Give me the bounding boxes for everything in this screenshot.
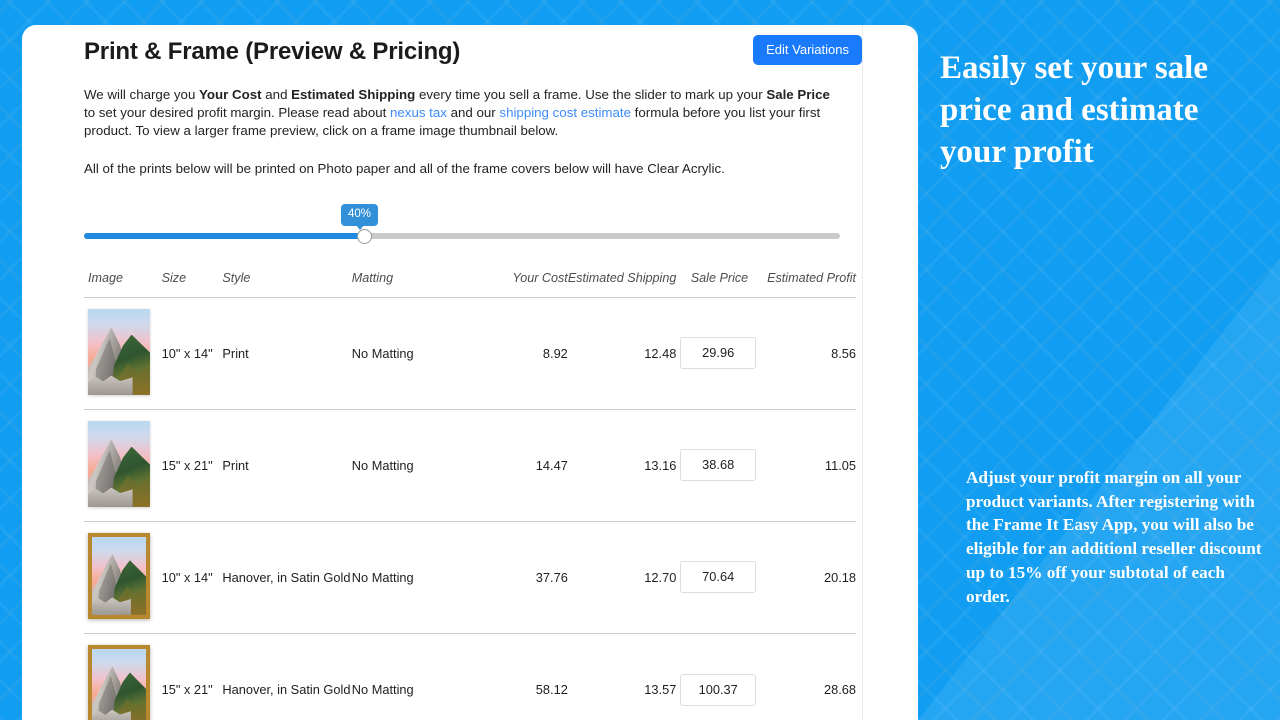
card-inner-divider [862,25,863,720]
cell-image [84,521,162,634]
column-header-matting: Matting [351,270,483,298]
cell-size: 10" x 14" [161,297,223,410]
cell-your-cost: 37.76 [482,521,568,634]
cell-matting: No Matting [351,521,483,634]
thumbnail-artwork [92,536,146,615]
cell-your-cost: 58.12 [535,682,568,698]
cell-image [84,633,162,720]
cell-estimated-profit: 28.68 [823,682,856,698]
card-header: Print & Frame (Preview & Pricing) Edit V… [84,25,862,81]
slider-thumb[interactable] [357,228,372,244]
table-row: 10" x 14" Print No Matting 8.92 12.48 29.96 8.… [84,297,856,410]
frame-preview-thumbnail[interactable] [88,645,150,720]
slider-fill [84,232,365,239]
card-content: Print & Frame (Preview & Pricing) Edit V… [84,25,862,720]
column-header-size: Size [161,270,223,298]
intro-bold-estimated-shipping: Estimated Shipping [291,87,416,102]
cell-style: Print [222,297,352,410]
table-row: 15" x 21" Print No Matting 14.47 13.16 38.68 1… [84,409,856,522]
sale-price-input[interactable]: 100.37 [680,673,757,706]
frame-preview-thumbnail[interactable] [88,420,150,507]
cell-your-cost: 14.47 [482,409,568,522]
cell-size: 15" x 21" [161,682,213,698]
column-header-sale-price: Sale Price [676,270,761,298]
table-row: 10" x 14" Hanover, in Satin Gold No Mattin… [84,521,856,634]
intro-seg-1: We will charge you [84,87,200,102]
page-title: Print & Frame (Preview & Pricing) [84,38,461,65]
slider-value-bubble: 40% [341,203,379,230]
intro-bold-sale-price: Sale Price [766,87,830,102]
thumbnail-artwork [88,308,150,395]
cell-style: Hanover, in Satin Gold [222,521,352,634]
app-card: Print & Frame (Preview & Pricing) Edit V… [22,25,918,720]
materials-note: All of the prints below will be printed … [84,160,725,176]
intro-seg-4: to set your desired profit margin. Pleas… [84,105,390,121]
cell-estimated-shipping: 13.16 [567,409,677,522]
promo-body-text: Adjust your profit margin on all your pr… [966,468,1262,606]
intro-seg-2: and [261,87,292,102]
cell-estimated-shipping: 13.57 [644,682,677,698]
cell-size: 10" x 14" [161,521,223,634]
intro-bold-your-cost: Your Cost [199,87,262,102]
pricing-table: Image Size Style Matting Your Cost Estim… [84,270,856,720]
screen-root: Print & Frame (Preview & Pricing) Edit V… [0,0,1280,720]
intro-seg-5: and our [446,105,500,121]
sale-price-input[interactable]: 29.96 [680,337,757,370]
cell-style: Hanover, in Satin Gold [222,682,351,698]
sale-price-input[interactable]: 38.68 [680,449,757,482]
frame-preview-thumbnail[interactable] [88,532,150,619]
thumbnail-artwork [88,420,150,507]
nexus-tax-link[interactable]: nexus tax [390,105,447,120]
thumbnail-artwork [92,649,146,720]
cell-estimated-profit: 8.56 [760,297,856,410]
promo-heading: Easily set your sale price and estimate … [940,50,1208,170]
cell-your-cost: 8.92 [482,297,568,410]
cell-style: Print [222,409,352,522]
cell-matting: No Matting [351,297,483,410]
sale-price-input[interactable]: 70.64 [680,561,757,594]
table-row: 15" x 21" Hanover, in Satin Gold No Mattin… [84,633,856,720]
column-header-your-cost: Your Cost [482,270,568,298]
cell-image [84,297,162,410]
frame-preview-thumbnail[interactable] [88,308,150,395]
cell-estimated-profit: 20.18 [760,521,856,634]
cell-sale-price: 38.68 [676,409,761,522]
cell-estimated-profit: 11.05 [760,409,856,522]
edit-variations-button[interactable]: Edit Variations [753,35,862,65]
cell-estimated-shipping: 12.48 [567,297,677,410]
column-header-style: Style [222,270,352,298]
column-header-estimated-profit: Estimated Profit [760,270,856,298]
intro-seg-3: every time you sell a frame. Use the sli… [415,87,767,102]
intro-paragraph: We will charge you Your Cost and Estimat… [84,86,836,141]
cell-matting: No Matting [351,409,483,522]
pricing-table-head: Image Size Style Matting Your Cost Estim… [84,270,856,298]
cell-image [84,409,162,522]
cell-estimated-shipping: 12.70 [567,521,677,634]
cell-sale-price: 29.96 [676,297,761,410]
pricing-table-body: 10" x 14" Print No Matting 8.92 12.48 29.96 8.… [84,297,856,720]
column-header-estimated-shipping: Estimated Shipping [567,270,677,298]
column-header-image: Image [84,270,162,298]
cell-sale-price: 100.37 [676,633,760,720]
cell-sale-price: 70.64 [676,521,761,634]
table-header-row: Image Size Style Matting Your Cost Estim… [84,270,856,298]
shipping-cost-estimate-link[interactable]: shipping cost estimate [499,105,631,120]
cell-matting: No Matting [351,682,414,698]
markup-slider[interactable]: 40% [84,203,840,248]
cell-size: 15" x 21" [161,409,223,522]
